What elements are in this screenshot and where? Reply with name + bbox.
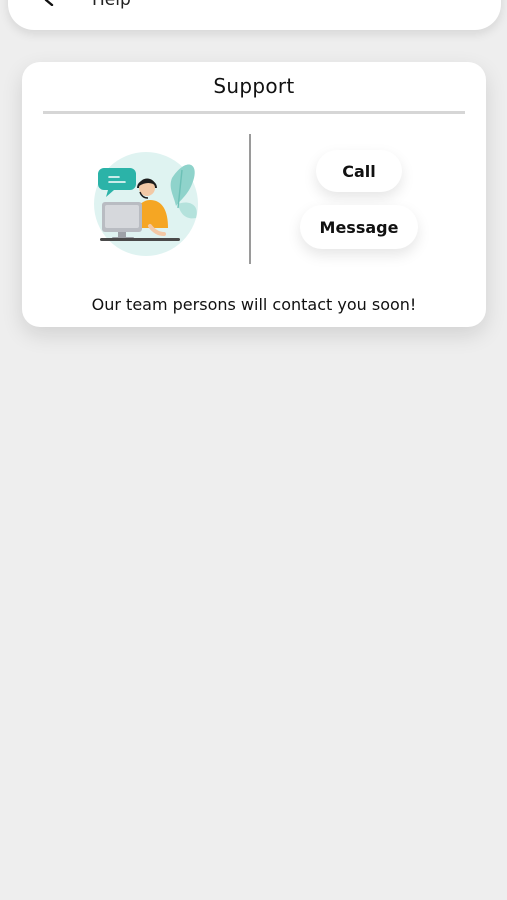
- vertical-divider: [249, 134, 251, 264]
- title-divider: [43, 111, 465, 114]
- app-header: Help: [8, 0, 501, 30]
- contact-notice: Our team persons will contact you soon!: [91, 295, 417, 314]
- customer-support-illustration: [94, 152, 198, 256]
- header-title: Help: [92, 0, 131, 10]
- call-button[interactable]: Call: [316, 150, 402, 192]
- support-card-title: Support: [213, 74, 295, 98]
- message-button[interactable]: Message: [300, 205, 418, 249]
- support-card: Support Call Message Our team persons wi…: [22, 62, 486, 327]
- help-screen: Help Support Call Message Our team perso…: [0, 0, 507, 900]
- back-arrow-icon[interactable]: [44, 0, 66, 6]
